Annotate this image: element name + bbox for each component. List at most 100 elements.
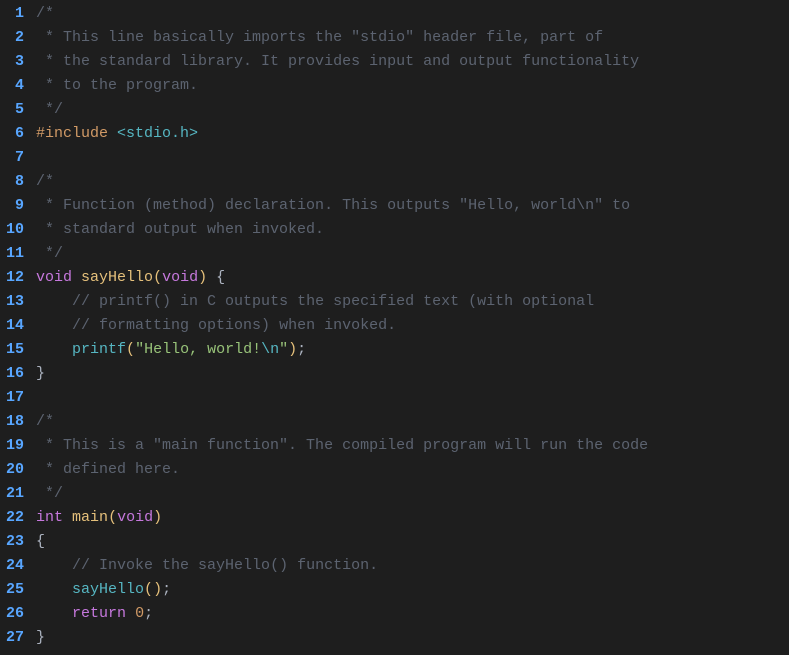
token-string: "Hello, world! [135,341,261,358]
token-punct: ; [297,341,306,358]
line-number: 20 [6,458,24,482]
code-line[interactable]: // formatting options) when invoked. [36,314,789,338]
code-editor[interactable]: 1234567891011121314151617181920212223242… [0,0,789,655]
code-line[interactable] [36,146,789,170]
token-punct [72,269,81,286]
code-line[interactable]: */ [36,98,789,122]
line-number: 22 [6,506,24,530]
token-brace: { [216,269,225,286]
code-line[interactable]: return 0; [36,602,789,626]
code-line[interactable]: * This line basically imports the "stdio… [36,26,789,50]
code-line[interactable]: int main(void) [36,506,789,530]
token-preproc: #include [36,125,117,142]
token-funcdecl: main [72,509,108,526]
code-line[interactable]: */ [36,482,789,506]
line-number: 25 [6,578,24,602]
token-brace: } [36,629,45,646]
line-number: 12 [6,266,24,290]
line-number: 1 [6,2,24,26]
token-paren: ( [153,269,162,286]
token-funccall: sayHello [72,581,144,598]
line-number: 16 [6,362,24,386]
token-brace: { [36,533,45,550]
line-number: 8 [6,170,24,194]
token-punct [126,605,135,622]
token-comment: * defined here. [36,461,180,478]
token-paren: ( [126,341,135,358]
code-line[interactable]: void sayHello(void) { [36,266,789,290]
line-number: 15 [6,338,24,362]
line-number: 4 [6,74,24,98]
line-number: 18 [6,410,24,434]
line-number: 19 [6,434,24,458]
token-keyword: return [72,605,126,622]
line-number: 6 [6,122,24,146]
token-comment: // printf() in C outputs the specified t… [72,293,594,310]
code-line[interactable]: sayHello(); [36,578,789,602]
token-comment: */ [36,245,63,262]
token-paren: ) [153,509,162,526]
token-funccall: printf [72,341,126,358]
line-number: 26 [6,602,24,626]
code-line[interactable]: /* [36,170,789,194]
line-number: 2 [6,26,24,50]
token-escape: \n [261,341,279,358]
code-line[interactable]: #include <stdio.h> [36,122,789,146]
line-number: 13 [6,290,24,314]
token-punct [36,557,72,574]
line-number: 5 [6,98,24,122]
token-punct: ; [144,605,153,622]
code-line[interactable]: * to the program. [36,74,789,98]
line-number: 27 [6,626,24,650]
token-anglefile: <stdio.h> [117,125,198,142]
token-type: void [36,269,72,286]
code-line[interactable]: /* [36,410,789,434]
token-comment: * standard output when invoked. [36,221,324,238]
code-line[interactable]: */ [36,242,789,266]
code-line[interactable]: { [36,530,789,554]
line-number: 24 [6,554,24,578]
code-line[interactable]: // printf() in C outputs the specified t… [36,290,789,314]
line-number: 11 [6,242,24,266]
code-line[interactable]: } [36,362,789,386]
token-comment: * to the program. [36,77,198,94]
line-number: 21 [6,482,24,506]
token-paren: ) [288,341,297,358]
code-line[interactable]: // Invoke the sayHello() function. [36,554,789,578]
token-punct [36,341,72,358]
token-punct [63,509,72,526]
token-paren: ( [108,509,117,526]
code-line[interactable]: * the standard library. It provides inpu… [36,50,789,74]
token-comment: */ [36,485,63,502]
code-line[interactable]: * This is a "main function". The compile… [36,434,789,458]
token-brace: } [36,365,45,382]
token-comment: * This is a "main function". The compile… [36,437,648,454]
token-type: void [162,269,198,286]
code-line[interactable]: * defined here. [36,458,789,482]
code-line[interactable]: printf("Hello, world!\n"); [36,338,789,362]
token-punct [36,317,72,334]
code-line[interactable]: * standard output when invoked. [36,218,789,242]
token-punct [36,293,72,310]
token-comment: /* [36,413,54,430]
token-funcdecl: sayHello [81,269,153,286]
token-comment: /* [36,5,54,22]
token-comment: * This line basically imports the "stdio… [36,29,603,46]
token-type: void [117,509,153,526]
token-comment: */ [36,101,63,118]
token-punct [36,581,72,598]
line-number: 23 [6,530,24,554]
line-number: 17 [6,386,24,410]
line-number: 3 [6,50,24,74]
token-type: int [36,509,63,526]
line-number: 14 [6,314,24,338]
code-line[interactable]: * Function (method) declaration. This ou… [36,194,789,218]
token-number: 0 [135,605,144,622]
code-line[interactable]: /* [36,2,789,26]
token-comment: * the standard library. It provides inpu… [36,53,639,70]
code-line[interactable]: } [36,626,789,650]
token-comment: // formatting options) when invoked. [72,317,396,334]
code-line[interactable] [36,386,789,410]
token-punct [36,605,72,622]
code-area[interactable]: /* * This line basically imports the "st… [32,0,789,655]
